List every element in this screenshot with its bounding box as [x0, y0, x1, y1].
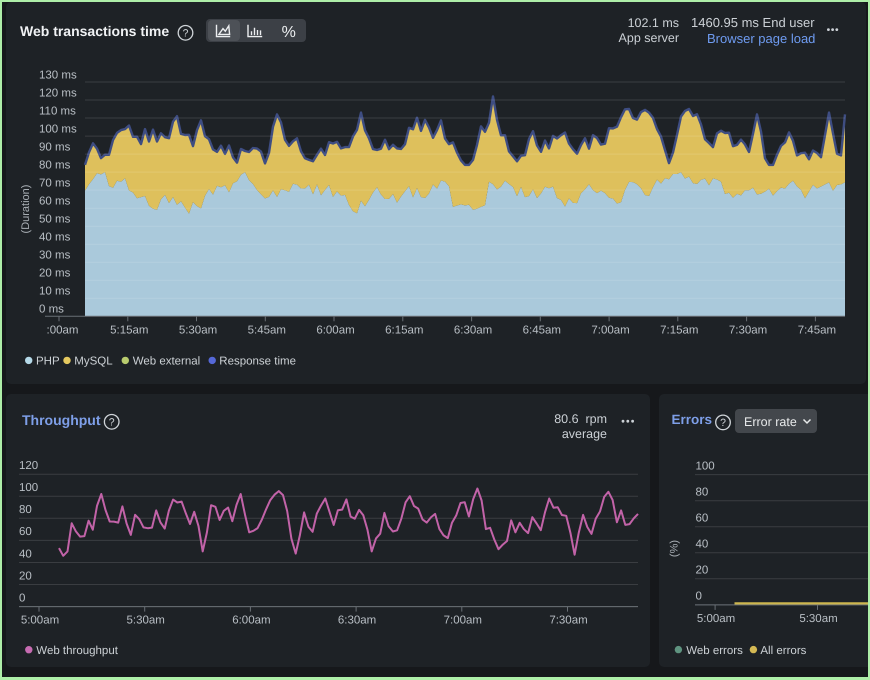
svg-text:20: 20: [696, 565, 709, 577]
svg-text:80: 80: [696, 487, 709, 499]
svg-text:100: 100: [696, 460, 715, 472]
svg-text:5:00am: 5:00am: [697, 613, 735, 625]
svg-text:5:30am: 5:30am: [799, 613, 837, 625]
svg-text:60: 60: [696, 513, 709, 525]
svg-text:Web errors: Web errors: [686, 645, 743, 657]
svg-text:All errors: All errors: [760, 645, 806, 657]
svg-text:(%): (%): [669, 540, 681, 557]
svg-text:?: ?: [720, 417, 726, 429]
svg-text:40: 40: [696, 539, 709, 551]
svg-text:0: 0: [696, 591, 702, 603]
